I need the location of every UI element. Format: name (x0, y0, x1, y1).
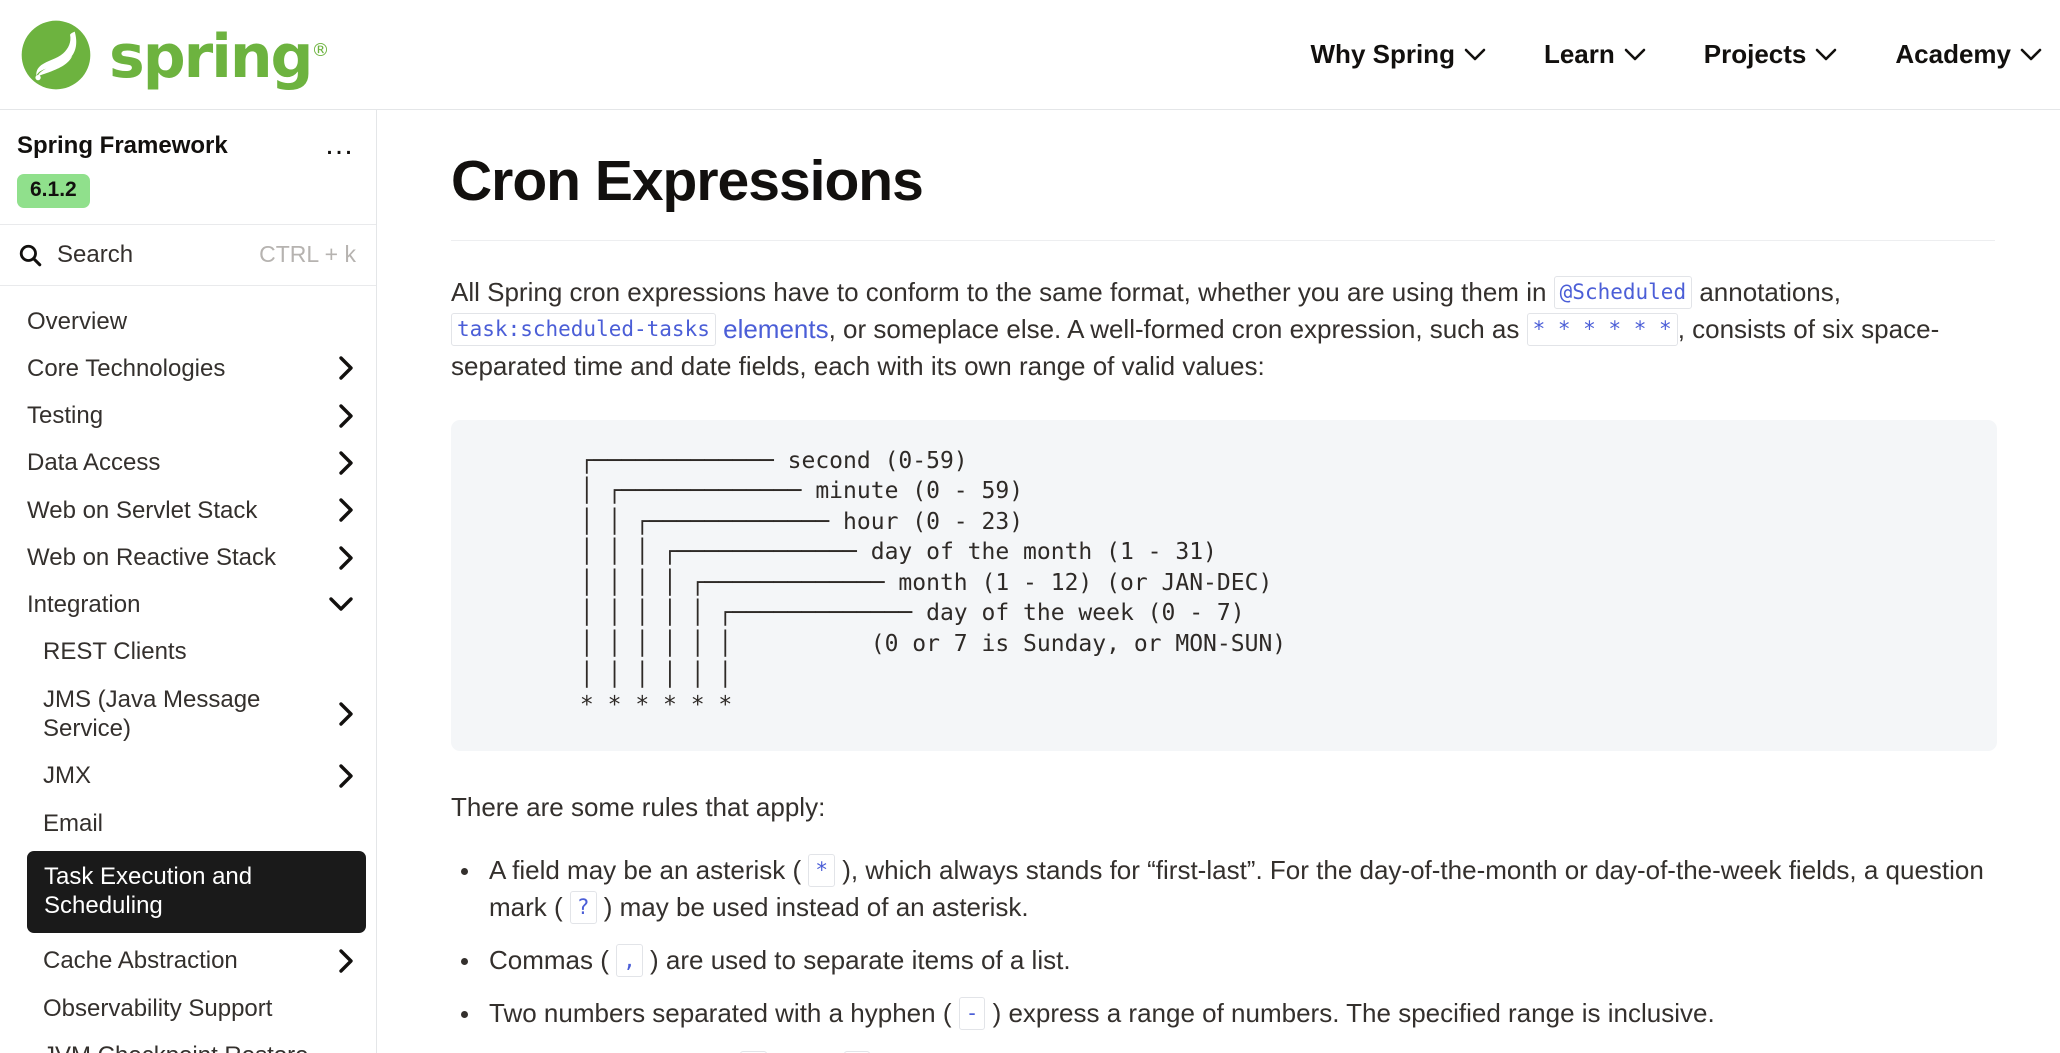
sidebar-item-label: Data Access (27, 449, 161, 477)
sidebar-item-label: Email (43, 809, 104, 837)
sidebar-item-cache-abstraction[interactable]: Cache Abstraction (0, 937, 376, 984)
rule-text-2: ) are used to separate items of a list. (642, 945, 1071, 976)
sidebar-item-label: Testing (27, 402, 104, 430)
sidebar-item-testing[interactable]: Testing (0, 392, 376, 439)
spring-leaf-logo-icon (21, 20, 91, 89)
inline-code-asterisk: * (808, 853, 836, 887)
cron-diagram-codeblock: ┌───────────── second (0-59) │ ┌────────… (451, 419, 1997, 751)
sidebar-item-web-on-servlet-stack[interactable]: Web on Servlet Stack (0, 487, 376, 534)
chevron-down-icon (1816, 48, 1837, 60)
list-item: A field may be an asterisk ( * ), which … (451, 852, 1995, 926)
cron-field-diagram: ┌───────────── second (0-59) │ ┌────────… (579, 447, 1287, 719)
project-title: Spring Framework (17, 132, 228, 159)
rules-lead-paragraph: There are some rules that apply: (451, 791, 826, 822)
intro-text-1: All Spring cron expressions have to conf… (451, 277, 1554, 307)
sidebar-item-label: JVM Checkpoint Restore (43, 1041, 354, 1053)
rule-text-3: ) may be used instead of an asterisk. (596, 892, 1029, 923)
chevron-right-icon (338, 403, 354, 429)
search-label: Search (57, 240, 134, 268)
sidebar-item-jmx[interactable]: JMX (0, 752, 376, 799)
chevron-right-icon (338, 497, 354, 523)
nav-label: Projects (1703, 39, 1807, 69)
intro-text-4: , or someplace else. A well-formed cron … (828, 314, 1527, 345)
chevron-right-icon (338, 701, 354, 727)
search-icon (19, 244, 42, 266)
inline-code-hyphen: - (958, 997, 986, 1031)
sidebar-item-label: Overview (27, 307, 128, 335)
sidebar-item-core-technologies[interactable]: Core Technologies (0, 345, 376, 392)
sidebar-item-label: Integration (27, 591, 141, 619)
rule-text-1: Commas ( (489, 945, 617, 976)
search-shortcut: CTRL + k (259, 241, 356, 268)
chevron-down-icon (1624, 48, 1646, 60)
logo-wordmark: spring® (109, 21, 330, 92)
sidebar-item-overview[interactable]: Overview (0, 298, 376, 345)
chevron-right-icon (338, 948, 354, 974)
primary-nav: Why Spring Learn Projects Academy (1311, 39, 2042, 70)
nav-label: Learn (1543, 39, 1615, 69)
chevron-right-icon (338, 450, 354, 476)
nav-item-why-spring[interactable]: Why Spring (1311, 39, 1486, 70)
inline-code-scheduled: @Scheduled (1553, 276, 1693, 309)
sidebar-header: Spring Framework … 6.1.2 (0, 110, 376, 225)
rules-list: A field may be an asterisk ( * ), which … (451, 852, 1995, 1053)
inline-code-comma: , (616, 944, 643, 978)
list-item: Two numbers separated with a hyphen ( - … (451, 995, 1995, 1032)
chevron-right-icon (338, 763, 354, 789)
sidebar-item-web-on-reactive-stack[interactable]: Web on Reactive Stack (0, 534, 376, 581)
sidebar-item-label: REST Clients (43, 638, 187, 666)
chevron-right-icon (338, 355, 354, 381)
chevron-right-icon (338, 545, 354, 571)
version-badge[interactable]: 6.1.2 (17, 173, 90, 208)
intro-paragraph: All Spring cron expressions have to conf… (451, 274, 1995, 386)
sidebar-item-jvm-checkpoint-restore[interactable]: JVM Checkpoint Restore (0, 1032, 376, 1053)
rule-text-2: ) express a range of numbers. The specif… (985, 998, 1715, 1029)
search-button[interactable]: Search CTRL + k (0, 225, 376, 286)
inline-code-cron-pattern: * * * * * * (1526, 313, 1678, 347)
nav-item-academy[interactable]: Academy (1895, 39, 2042, 70)
sidebar-item-task-execution-and-scheduling[interactable]: Task Execution and Scheduling (27, 850, 366, 934)
main-content: Cron Expressions All Spring cron express… (378, 110, 2060, 1053)
sidebar-item-label: Task Execution and Scheduling (44, 862, 253, 920)
sidebar-item-rest-clients[interactable]: REST Clients (0, 628, 376, 675)
sidebar-item-label: Observability Support (43, 994, 273, 1022)
elements-link[interactable]: elements (723, 314, 829, 344)
sidebar-item-label: Web on Reactive Stack (27, 543, 277, 571)
spring-logo[interactable]: spring® (17, 16, 329, 94)
nav-label: Academy (1895, 39, 2011, 69)
sidebar-more-menu-button[interactable]: … (324, 130, 356, 160)
list-item: Following a range (or * ) with / specifi… (451, 1049, 1995, 1053)
sidebar-item-label: Web on Servlet Stack (27, 496, 258, 524)
chevron-down-icon (328, 596, 354, 613)
sidebar-item-label: Core Technologies (27, 354, 226, 382)
sidebar-item-jms[interactable]: JMS (Java Message Service) (0, 676, 376, 753)
sidebar-item-label: JMS (Java Message Service) (43, 685, 261, 742)
list-item: Commas ( , ) are used to separate items … (451, 942, 1995, 979)
sidebar-item-integration[interactable]: Integration (0, 581, 376, 628)
sidebar-item-label: JMX (43, 762, 91, 790)
docs-sidebar: Spring Framework … 6.1.2 Search CTRL + k… (0, 110, 377, 1053)
rule-text-1: Two numbers separated with a hyphen ( (489, 998, 959, 1029)
sidebar-item-email[interactable]: Email (0, 800, 376, 847)
nav-label: Why Spring (1310, 39, 1455, 69)
page-root: spring® Why Spring Learn Projects Academ… (0, 0, 2060, 1053)
inline-code-question-mark: ? (569, 891, 597, 925)
sidebar-item-data-access[interactable]: Data Access (0, 439, 376, 486)
sidebar-nav: Overview Core Technologies Testing Data … (0, 286, 376, 1053)
sidebar-item-label: Cache Abstraction (43, 947, 238, 975)
sidebar-item-observability-support[interactable]: Observability Support (0, 985, 376, 1032)
chevron-down-icon (2020, 48, 2042, 60)
rule-text-1: A field may be an asterisk ( (489, 854, 809, 885)
inline-code-scheduled-tasks: task:scheduled-tasks (451, 313, 716, 347)
page-title: Cron Expressions (451, 148, 1995, 241)
nav-item-learn[interactable]: Learn (1544, 39, 1646, 70)
chevron-down-icon (1464, 48, 1486, 60)
nav-item-projects[interactable]: Projects (1704, 39, 1838, 70)
site-header: spring® Why Spring Learn Projects Academ… (0, 0, 2060, 110)
intro-text-2: annotations, (1692, 277, 1841, 307)
